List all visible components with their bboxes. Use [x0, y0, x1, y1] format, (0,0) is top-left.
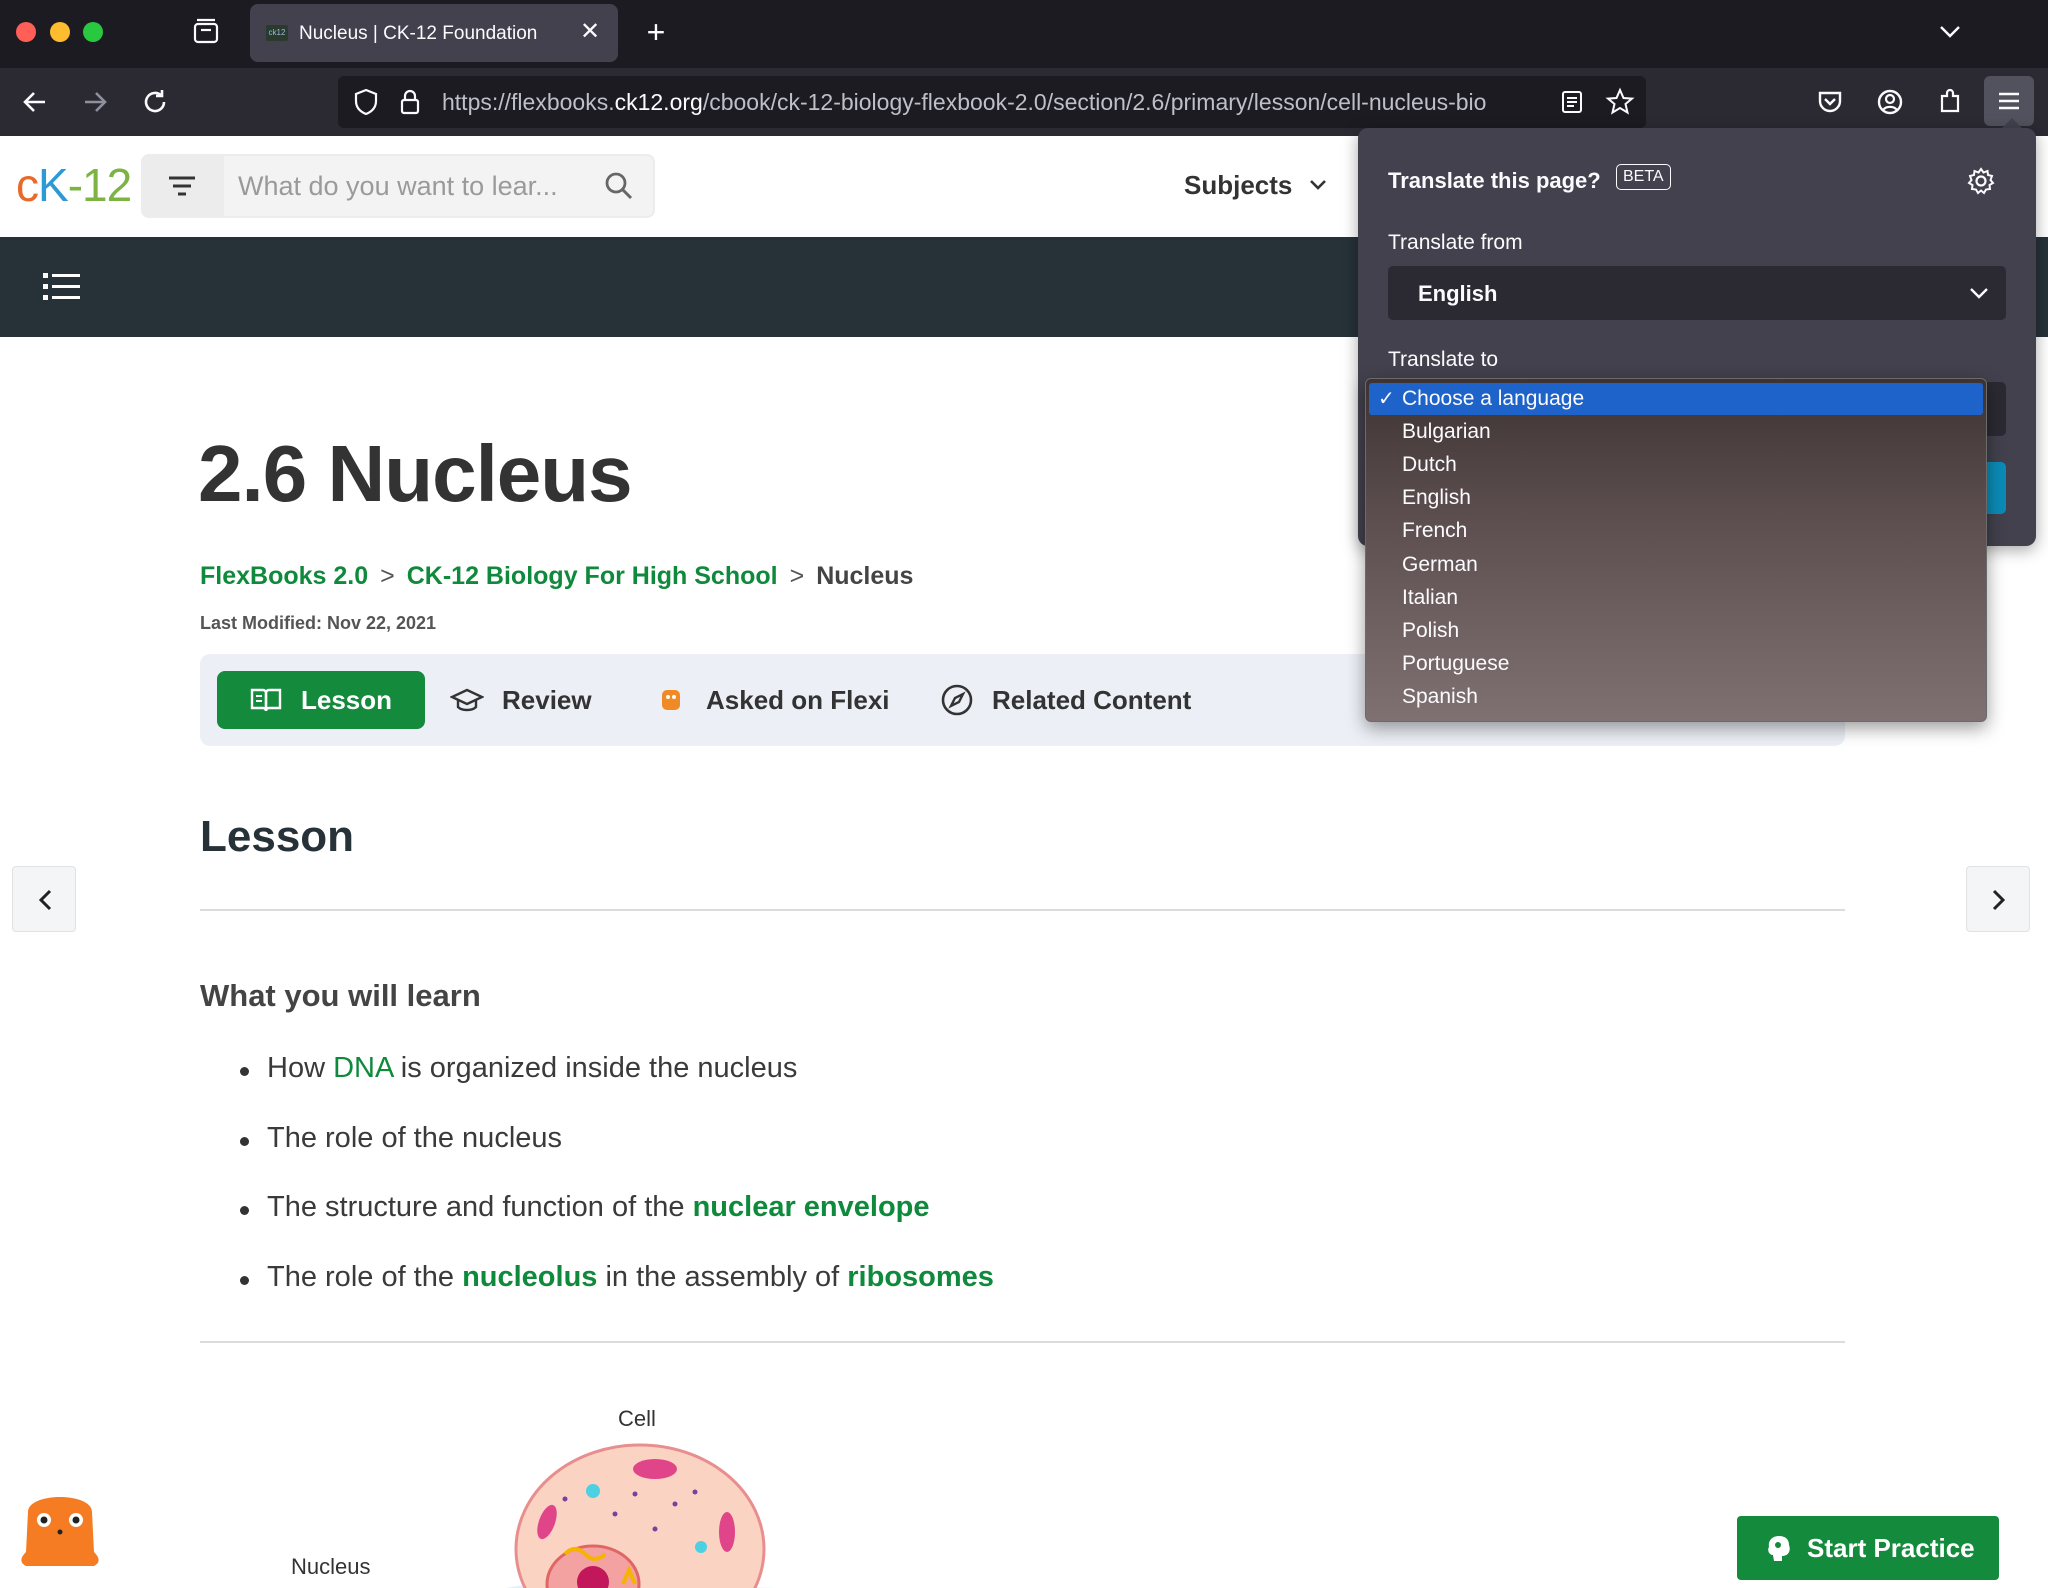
- new-tab-icon[interactable]: +: [638, 14, 674, 50]
- tab-title: Nucleus | CK-12 Foundation: [299, 23, 538, 44]
- back-icon[interactable]: [15, 82, 55, 122]
- forward-icon[interactable]: [75, 82, 115, 122]
- tab-lesson-label: Lesson: [301, 684, 393, 715]
- breadcrumb: FlexBooks 2.0 > CK-12 Biology For High Sch…: [200, 562, 913, 591]
- list-item: The role of the nucleus: [240, 1122, 994, 1192]
- divider: [200, 1341, 1845, 1343]
- translate-from-value: English: [1418, 281, 1498, 306]
- account-icon[interactable]: [1870, 82, 1910, 122]
- graduation-cap-icon: [450, 688, 484, 712]
- address-bar[interactable]: https://flexbooks.ck12.org/cbook/ck-12-b…: [338, 76, 1646, 128]
- compass-icon: [941, 684, 973, 716]
- tab-asked-on-flexi[interactable]: Asked on Flexi: [654, 671, 890, 729]
- nucleolus-term[interactable]: nucleolus: [462, 1261, 597, 1293]
- language-option-portuguese[interactable]: Portuguese: [1369, 648, 1983, 680]
- language-option-italian[interactable]: Italian: [1369, 582, 1983, 614]
- tab-review[interactable]: Review: [450, 671, 592, 729]
- breadcrumb-flexbooks-link[interactable]: FlexBooks 2.0: [200, 562, 368, 590]
- learning-objectives-list: How DNA is organized inside the nucleus …: [240, 1052, 994, 1330]
- language-option-bulgarian[interactable]: Bulgarian: [1369, 416, 1983, 448]
- last-modified: Last Modified: Nov 22, 2021: [200, 613, 437, 633]
- ck12-logo[interactable]: cK-12: [16, 158, 132, 212]
- language-option-english[interactable]: English: [1369, 482, 1983, 514]
- dna-link[interactable]: DNA: [333, 1052, 393, 1084]
- search-icon[interactable]: [603, 170, 635, 202]
- list-item: The role of the nucleolus in the assembl…: [240, 1261, 994, 1331]
- page-title: 2.6 Nucleus: [198, 429, 633, 518]
- divider: [200, 909, 1845, 911]
- chevron-down-icon: [1309, 180, 1326, 190]
- translate-from-select[interactable]: English: [1388, 266, 2006, 320]
- breadcrumb-biology-link[interactable]: CK-12 Biology For High School: [407, 562, 778, 590]
- chevron-left-icon: [38, 889, 52, 911]
- tab-review-label: Review: [502, 684, 592, 715]
- translate-from-label: Translate from: [1388, 231, 1523, 254]
- chevron-right-icon: [1992, 889, 2006, 911]
- flexi-mascot-icon: [21, 1497, 99, 1566]
- pocket-icon[interactable]: [1810, 82, 1850, 122]
- search-bar: [141, 154, 655, 218]
- flexi-mascot-icon: [662, 690, 680, 710]
- tab-lesson[interactable]: Lesson: [217, 671, 426, 729]
- search-input[interactable]: [224, 156, 653, 216]
- list-item: How DNA is organized inside the nucleus: [240, 1052, 994, 1122]
- list-item: The structure and function of the nuclea…: [240, 1191, 994, 1261]
- language-option-german[interactable]: German: [1369, 549, 1983, 581]
- extensions-icon[interactable]: [1930, 82, 1970, 122]
- breadcrumb-separator: >: [380, 562, 395, 590]
- table-of-contents-icon[interactable]: [42, 267, 82, 307]
- shield-icon[interactable]: [350, 86, 382, 118]
- reload-icon[interactable]: [135, 82, 175, 122]
- checkmark-icon: ✓: [1378, 388, 1395, 410]
- subjects-label: Subjects: [1184, 170, 1293, 200]
- lesson-heading: Lesson: [200, 812, 355, 861]
- browser-tab-bar: ck12 Nucleus | CK-12 Foundation ✕ +: [0, 0, 2048, 68]
- url-text[interactable]: https://flexbooks.ck12.org/cbook/ck-12-b…: [442, 89, 1562, 116]
- translate-panel-title: Translate this page?: [1388, 168, 1601, 193]
- language-option-polish[interactable]: Polish: [1369, 615, 1983, 647]
- language-option-choose[interactable]: ✓ Choose a language: [1369, 383, 1983, 415]
- gear-icon[interactable]: [1966, 166, 1996, 196]
- figure-nucleus-label: Nucleus: [291, 1554, 371, 1579]
- browser-nav-bar: https://flexbooks.ck12.org/cbook/ck-12-b…: [0, 68, 2048, 136]
- tab-overview-icon[interactable]: [188, 14, 224, 50]
- close-window-button[interactable]: [16, 22, 36, 42]
- figure-cell-label: Cell: [618, 1406, 656, 1431]
- filter-icon[interactable]: [141, 154, 223, 218]
- language-option-spanish[interactable]: Spanish: [1369, 681, 1983, 713]
- book-icon: [250, 688, 282, 712]
- flexi-mascot-button[interactable]: [14, 1482, 106, 1574]
- subjects-menu[interactable]: Subjects: [1184, 170, 1330, 201]
- close-tab-icon[interactable]: ✕: [576, 18, 604, 46]
- nuclear-envelope-term[interactable]: nuclear envelope: [693, 1191, 930, 1223]
- what-you-will-learn-heading: What you will learn: [200, 978, 481, 1013]
- next-page-button[interactable]: [1966, 866, 2030, 932]
- breadcrumb-separator: >: [789, 562, 805, 590]
- start-practice-button[interactable]: Start Practice: [1737, 1516, 1999, 1580]
- tab-related-content-label: Related Content: [992, 684, 1192, 715]
- breadcrumb-current: Nucleus: [816, 562, 914, 590]
- chevron-down-icon: [1970, 288, 1988, 299]
- maximize-window-button[interactable]: [83, 22, 103, 42]
- beta-badge: BETA: [1616, 164, 1671, 190]
- browser-tab-active[interactable]: ck12 Nucleus | CK-12 Foundation ✕: [250, 4, 618, 62]
- list-all-tabs-icon[interactable]: [1932, 16, 1968, 48]
- lock-icon[interactable]: [394, 86, 426, 118]
- tab-related-content[interactable]: Related Content: [940, 671, 1191, 729]
- cell-diagram-image: [505, 1443, 775, 1588]
- bookmark-star-icon[interactable]: [1604, 86, 1636, 118]
- ribosomes-term[interactable]: ribosomes: [847, 1261, 994, 1293]
- tab-asked-on-flexi-label: Asked on Flexi: [706, 684, 890, 715]
- translate-to-label: Translate to: [1388, 348, 1499, 371]
- brain-icon: [1768, 1536, 1790, 1561]
- language-dropdown-list: ✓ Choose a language Bulgarian Dutch Engli…: [1365, 378, 1987, 722]
- previous-page-button[interactable]: [12, 866, 76, 932]
- reader-view-icon[interactable]: [1558, 88, 1586, 116]
- minimize-window-button[interactable]: [50, 22, 70, 42]
- site-favicon-icon: ck12: [266, 25, 288, 41]
- start-practice-label: Start Practice: [1807, 1532, 1975, 1563]
- language-option-french[interactable]: French: [1369, 515, 1983, 547]
- language-option-dutch[interactable]: Dutch: [1369, 449, 1983, 481]
